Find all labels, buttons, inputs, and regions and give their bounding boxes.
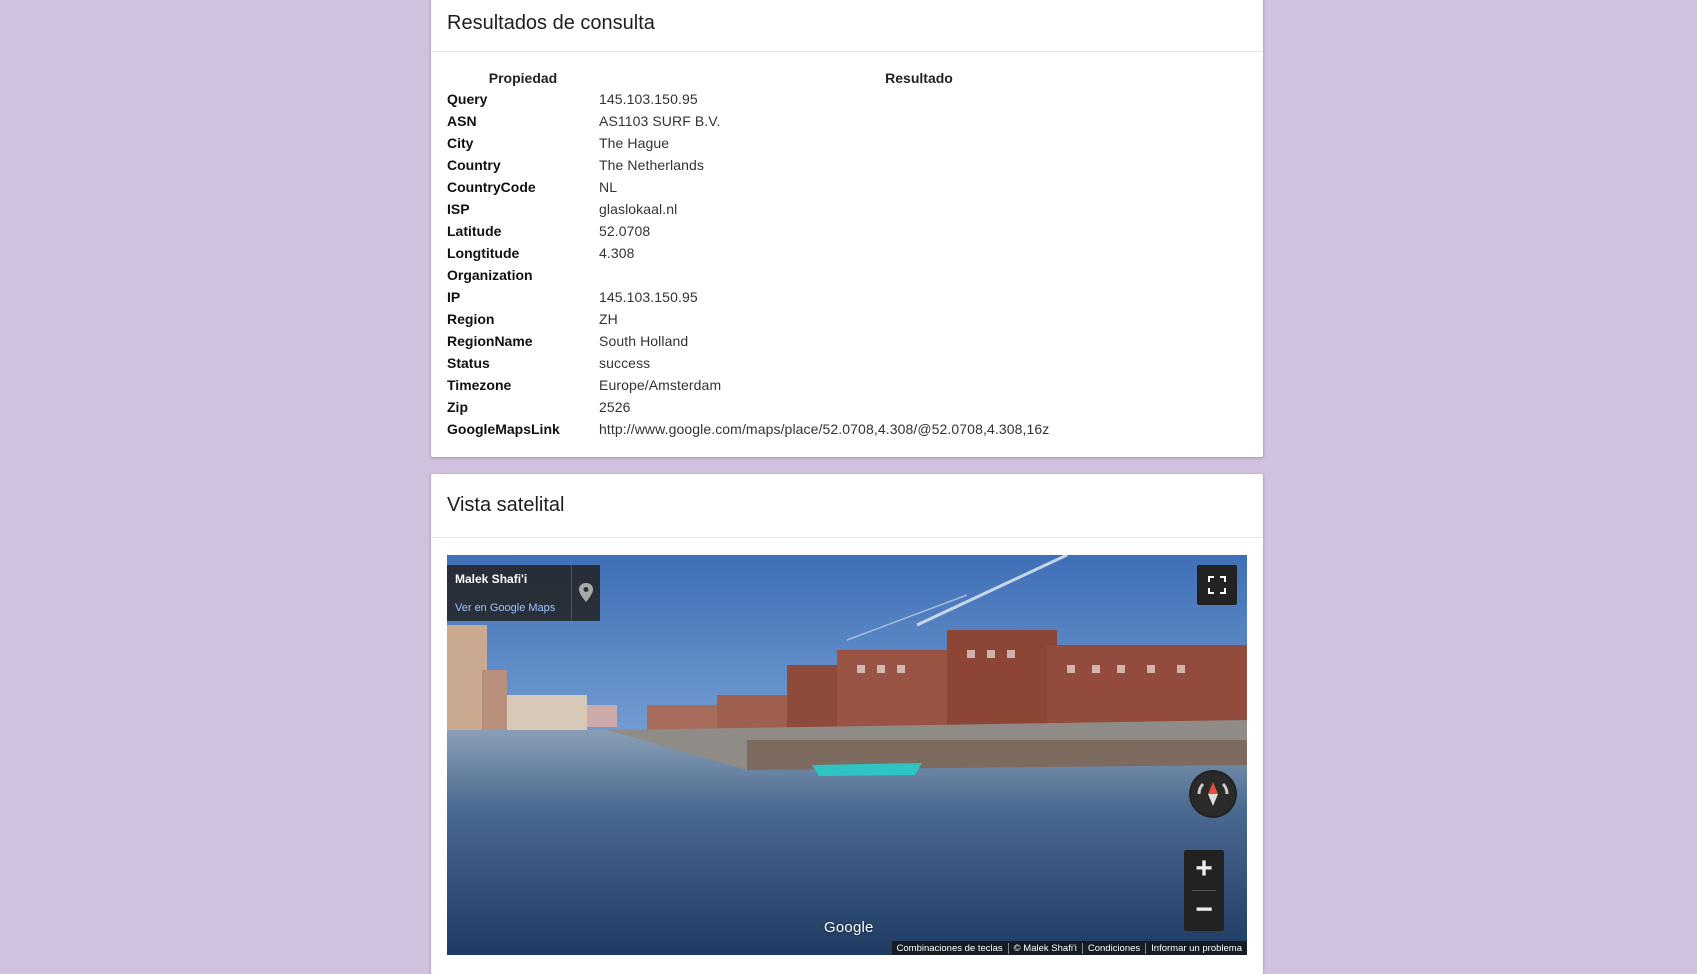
map-pin-icon[interactable] <box>578 582 594 604</box>
photographer-name: Malek Shafi'i <box>455 572 528 586</box>
property-value: The Netherlands <box>599 157 705 173</box>
view-in-google-maps-link[interactable]: Ver en Google Maps <box>455 602 555 614</box>
property-value: South Holland <box>599 333 689 349</box>
table-row: RegionName South Holland <box>447 330 1239 352</box>
property-value: ZH <box>599 311 618 327</box>
property-label: Organization <box>447 267 533 283</box>
property-value: success <box>599 355 651 371</box>
property-label: City <box>447 135 474 151</box>
keyboard-shortcuts-link[interactable]: Combinaciones de teclas <box>892 943 1008 954</box>
property-label: GoogleMapsLink <box>447 421 560 437</box>
property-label: Latitude <box>447 223 502 239</box>
street-view-panorama[interactable]: Malek Shafi'i Ver en Google Maps + − Goo… <box>447 555 1247 955</box>
property-label: RegionName <box>447 333 533 349</box>
terms-link[interactable]: Condiciones <box>1081 942 1145 954</box>
property-value: 52.0708 <box>599 223 651 239</box>
property-label: ISP <box>447 201 470 217</box>
property-value: 2526 <box>599 399 631 415</box>
results-card-title: Resultados de consulta <box>431 0 1263 52</box>
map-card-title: Vista satelital <box>431 474 1263 538</box>
table-row: Latitude 52.0708 <box>447 220 1239 242</box>
property-label: ASN <box>447 113 477 129</box>
column-header-property: Propiedad <box>488 70 558 86</box>
property-value[interactable]: http://www.google.com/maps/place/52.0708… <box>599 418 1239 440</box>
property-label: Timezone <box>447 377 512 393</box>
report-problem-link[interactable]: Informar un problema <box>1145 942 1247 954</box>
table-row: Region ZH <box>447 308 1239 330</box>
copyright-text: © Malek Shafi'i <box>1007 942 1082 954</box>
zoom-out-button[interactable]: − <box>1184 891 1224 931</box>
results-card: Resultados de consulta Propiedad Resulta… <box>431 0 1263 457</box>
table-row: City The Hague <box>447 132 1239 154</box>
property-value: glaslokaal.nl <box>599 201 678 217</box>
property-value: 4.308 <box>599 245 635 261</box>
property-label: Status <box>447 355 490 371</box>
property-label: Country <box>447 157 501 173</box>
table-header-row: Propiedad Resultado <box>447 68 1239 88</box>
table-row: Country The Netherlands <box>447 154 1239 176</box>
google-logo: Google <box>824 919 874 936</box>
compass-control[interactable] <box>1189 770 1237 818</box>
table-row: Status success <box>447 352 1239 374</box>
panorama-info-box: Malek Shafi'i Ver en Google Maps <box>447 565 600 621</box>
property-value: NL <box>599 179 618 195</box>
property-value: 145.103.150.95 <box>599 91 698 107</box>
table-row: Zip 2526 <box>447 396 1239 418</box>
table-row: ASN AS1103 SURF B.V. <box>447 110 1239 132</box>
table-row: Timezone Europe/Amsterdam <box>447 374 1239 396</box>
table-row: ISP glaslokaal.nl <box>447 198 1239 220</box>
column-header-result: Resultado <box>885 70 953 86</box>
table-row: IP 145.103.150.95 <box>447 286 1239 308</box>
property-value: AS1103 SURF B.V. <box>599 113 721 129</box>
property-label: Region <box>447 311 495 327</box>
table-row: Organization <box>447 264 1239 286</box>
property-value: Europe/Amsterdam <box>599 377 722 393</box>
map-footer: Combinaciones de teclas © Malek Shafi'i … <box>891 941 1247 955</box>
results-table: Propiedad Resultado Query 145.103.150.95 … <box>447 68 1239 440</box>
zoom-controls: + − <box>1184 850 1224 931</box>
property-label: Longtitude <box>447 245 520 261</box>
info-divider <box>571 565 572 621</box>
table-row: Longtitude 4.308 <box>447 242 1239 264</box>
table-row: CountryCode NL <box>447 176 1239 198</box>
property-value: The Hague <box>599 135 670 151</box>
map-card: Vista satelital Malek Shafi'i Ver en Goo… <box>431 474 1263 974</box>
zoom-in-button[interactable]: + <box>1184 850 1224 890</box>
property-label: IP <box>447 289 461 305</box>
property-value <box>599 264 1239 286</box>
property-label: Query <box>447 91 488 107</box>
table-row: Query 145.103.150.95 <box>447 88 1239 110</box>
fullscreen-button[interactable] <box>1197 565 1237 605</box>
property-label: CountryCode <box>447 179 536 195</box>
property-label: Zip <box>447 399 468 415</box>
table-row: GoogleMapsLink http://www.google.com/maps… <box>447 418 1239 440</box>
property-value: 145.103.150.95 <box>599 289 698 305</box>
